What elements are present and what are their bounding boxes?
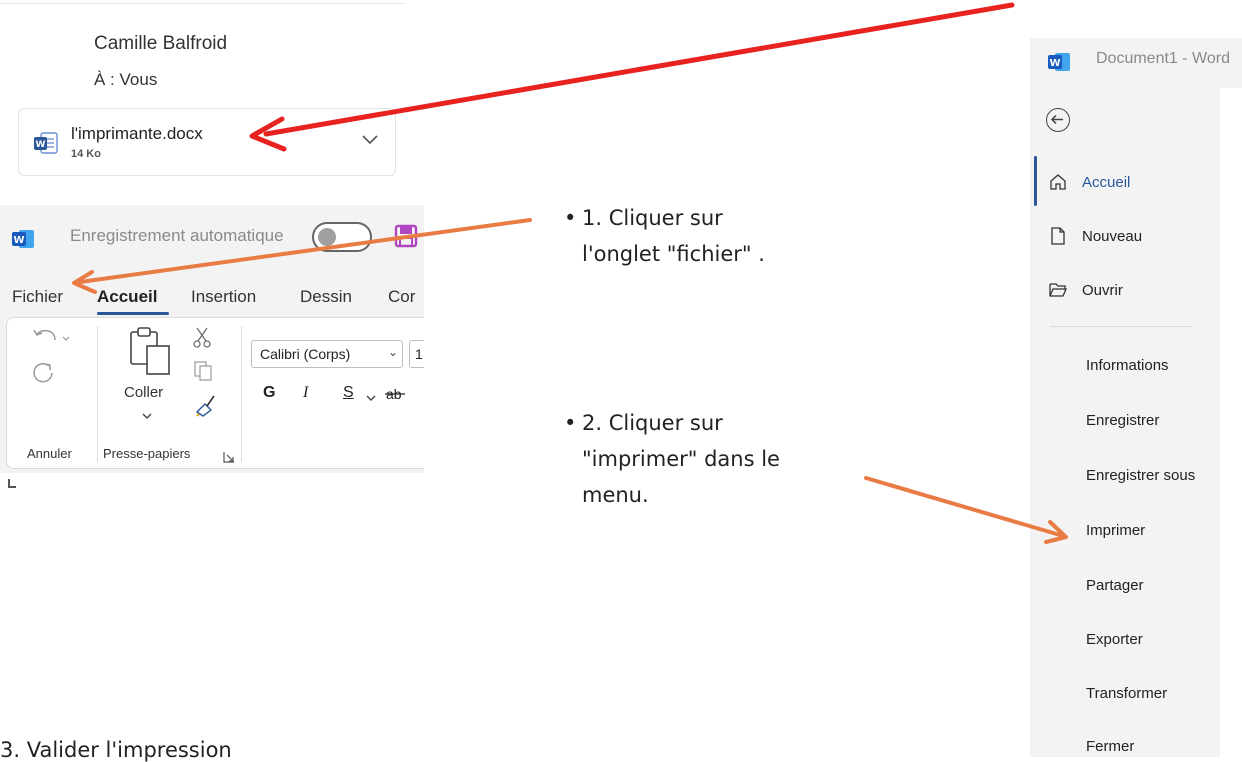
word-logo-icon: W bbox=[1048, 52, 1072, 76]
word-ribbon-screenshot: W Enregistrement automatique Fichier Acc… bbox=[0, 205, 424, 503]
word-logo-icon: W bbox=[12, 229, 36, 253]
group-separator bbox=[97, 326, 98, 462]
copy-icon[interactable] bbox=[193, 360, 213, 386]
font-size-value: 1 bbox=[415, 346, 423, 362]
email-sender: Camille Balfroid bbox=[94, 33, 228, 54]
menu-divider bbox=[1050, 326, 1192, 327]
instruction-step-3-partial: 3. Valider l'impression bbox=[0, 738, 232, 762]
step-2-line-3: menu. bbox=[582, 483, 649, 507]
bullet-dot-icon: • bbox=[564, 411, 577, 435]
group-separator bbox=[241, 326, 242, 462]
tab-conception[interactable]: Cor bbox=[388, 287, 415, 307]
new-document-icon bbox=[1048, 226, 1068, 250]
step-2-line-1: 2. Cliquer sur bbox=[582, 411, 723, 435]
attachment-filename: l'imprimante.docx bbox=[71, 124, 203, 143]
menu-item-enregistrer[interactable]: Enregistrer bbox=[1086, 412, 1159, 429]
ruler-tab-stop-icon bbox=[8, 479, 16, 488]
chevron-down-icon[interactable] bbox=[141, 406, 153, 425]
autosave-toggle[interactable] bbox=[312, 222, 372, 252]
bullet-dot-icon: • bbox=[564, 206, 577, 230]
tab-dessin[interactable]: Dessin bbox=[300, 287, 352, 307]
format-painter-icon[interactable] bbox=[193, 392, 217, 422]
italic-button[interactable]: I bbox=[303, 384, 308, 402]
nav-label: Nouveau bbox=[1082, 228, 1143, 245]
open-folder-icon bbox=[1048, 280, 1068, 304]
instruction-step-1: • 1. Cliquer sur l'onglet "fichier" . bbox=[564, 200, 765, 272]
group-label-annuler: Annuler bbox=[27, 446, 72, 461]
chevron-down-icon[interactable] bbox=[365, 388, 377, 407]
step-1-line-2: l'onglet "fichier" . bbox=[582, 242, 765, 266]
dialog-launcher-icon[interactable] bbox=[223, 448, 235, 467]
nav-item-nouveau[interactable]: Nouveau bbox=[1030, 226, 1210, 248]
tab-insertion[interactable]: Insertion bbox=[191, 287, 256, 307]
svg-text:W: W bbox=[13, 235, 24, 246]
menu-item-imprimer[interactable]: Imprimer bbox=[1086, 522, 1145, 539]
email-header-divider bbox=[0, 0, 404, 4]
attachment-size: 14 Ko bbox=[71, 148, 101, 160]
backstage-window-title: Document1 - Word bbox=[1096, 50, 1230, 67]
chevron-down-icon[interactable] bbox=[361, 131, 379, 150]
word-backstage-menu: W Document1 - Word Accueil Nouveau Ouvri… bbox=[1030, 38, 1242, 757]
autosave-label: Enregistrement automatique bbox=[70, 226, 284, 245]
active-tab-indicator bbox=[97, 312, 169, 315]
word-titlebar: W Enregistrement automatique bbox=[0, 205, 424, 263]
nav-label: Ouvrir bbox=[1082, 282, 1123, 299]
tab-accueil[interactable]: Accueil bbox=[97, 287, 157, 307]
word-file-icon: W bbox=[33, 131, 59, 159]
step-1-line-1: 1. Cliquer sur bbox=[582, 206, 723, 230]
paste-icon[interactable] bbox=[127, 326, 175, 380]
email-recipient: À : Vous bbox=[94, 70, 158, 89]
menu-item-partager[interactable]: Partager bbox=[1086, 577, 1144, 594]
nav-label: Accueil bbox=[1082, 174, 1131, 191]
bold-button[interactable]: G bbox=[263, 384, 275, 402]
paste-label: Coller bbox=[124, 384, 164, 401]
menu-item-fermer[interactable]: Fermer bbox=[1086, 738, 1134, 755]
undo-icon[interactable] bbox=[31, 328, 71, 354]
tab-fichier[interactable]: Fichier bbox=[12, 287, 63, 307]
strikethrough-icon[interactable]: ab bbox=[385, 384, 407, 408]
step-2-line-2: "imprimer" dans le bbox=[582, 447, 780, 471]
nav-item-accueil[interactable]: Accueil bbox=[1030, 172, 1210, 194]
home-icon bbox=[1048, 172, 1068, 196]
font-size-select[interactable]: 1 bbox=[409, 340, 424, 368]
svg-text:W: W bbox=[1049, 58, 1060, 69]
email-attachment[interactable]: W l'imprimante.docx 14 Ko bbox=[18, 108, 396, 176]
svg-text:W: W bbox=[36, 140, 46, 150]
cut-icon[interactable] bbox=[193, 326, 211, 352]
ribbon-toolbar: Coller Calibri (Corps) ⌄ 1 G I S ab Annu… bbox=[6, 317, 424, 469]
underline-button[interactable]: S bbox=[343, 384, 354, 402]
backstage-content-edge bbox=[1220, 88, 1242, 757]
menu-item-enregistrer-sous[interactable]: Enregistrer sous bbox=[1086, 467, 1195, 484]
save-icon[interactable] bbox=[394, 224, 418, 252]
nav-item-ouvrir[interactable]: Ouvrir bbox=[1030, 280, 1210, 302]
ruler-area bbox=[0, 473, 424, 503]
menu-item-transformer[interactable]: Transformer bbox=[1086, 685, 1167, 702]
font-name-select[interactable]: Calibri (Corps) ⌄ bbox=[251, 340, 403, 368]
toggle-knob bbox=[318, 228, 336, 246]
back-arrow-icon[interactable] bbox=[1046, 108, 1070, 132]
font-name-value: Calibri (Corps) bbox=[260, 346, 351, 362]
ribbon-tabs: Fichier Accueil Insertion Dessin Cor bbox=[0, 281, 424, 315]
instruction-step-2: • 2. Cliquer sur "imprimer" dans le menu… bbox=[564, 405, 780, 513]
chevron-down-icon: ⌄ bbox=[387, 345, 398, 359]
redo-icon[interactable] bbox=[31, 360, 57, 390]
group-label-presse-papiers: Presse-papiers bbox=[103, 446, 191, 461]
menu-item-exporter[interactable]: Exporter bbox=[1086, 631, 1143, 648]
menu-item-informations[interactable]: Informations bbox=[1086, 357, 1169, 374]
